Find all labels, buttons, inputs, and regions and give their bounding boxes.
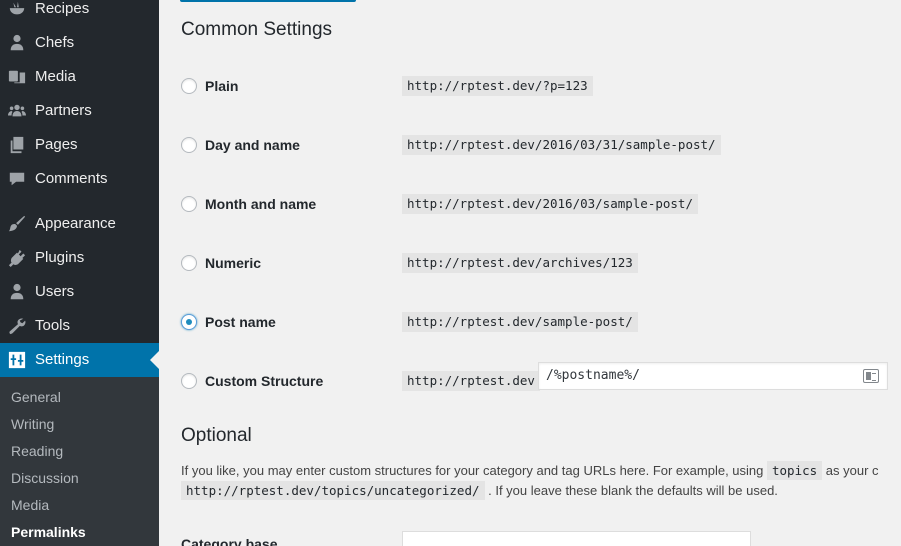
contact-card-icon [863,369,879,383]
menu-item-pages[interactable]: Pages [0,128,159,162]
option-label[interactable]: Numeric [205,254,261,272]
menu-label: Chefs [35,34,75,51]
inline-code: topics [767,461,823,480]
inline-code: http://rptest.dev/topics/uncategorized/ [181,481,485,500]
radio-month-and-name[interactable] [181,196,197,212]
main-content: Common Settings Plain http://rptest.dev/… [159,0,901,546]
submenu-item-permalinks[interactable]: Permalinks [11,523,86,541]
pages-icon [10,136,24,154]
menu-label: Partners [35,102,92,119]
settings-icon [8,351,26,369]
menu-item-users[interactable]: Users [0,275,159,309]
menu-label: Appearance [35,215,116,232]
option-label[interactable]: Plain [205,77,238,95]
radio-plain[interactable] [181,78,197,94]
wrench-icon [9,318,26,335]
example-url: http://rptest.dev [402,371,540,391]
menu-label: Users [35,283,75,300]
category-base-input[interactable] [402,531,751,546]
menu-label: Comments [35,170,108,187]
active-arrow [150,351,159,369]
menu-label: Plugins [35,249,85,266]
optional-description-line-2: http://rptest.dev/topics/uncategorized/ … [181,481,778,501]
menu-label: Pages [35,136,78,153]
menu-item-recipes[interactable]: Recipes [0,0,159,26]
example-url: http://rptest.dev/2016/03/31/sample-post… [402,135,721,155]
menu-label: Recipes [35,0,90,17]
menu-label: Tools [35,317,71,334]
menu-label: Media [35,68,76,85]
radio-custom-structure[interactable] [181,373,197,389]
submenu-item-writing[interactable]: Writing [11,415,54,433]
option-label[interactable]: Post name [205,313,276,331]
example-url: http://rptest.dev/archives/123 [402,253,638,273]
comment-icon [9,172,25,186]
menu-item-chefs[interactable]: Chefs [0,26,159,60]
permalink-option-month-and-name: Month and name http://rptest.dev/2016/03… [181,193,901,215]
permalink-option-post-name: Post name http://rptest.dev/sample-post/ [181,311,901,333]
submenu-item-general[interactable]: General [11,388,61,406]
menu-item-plugins[interactable]: Plugins [0,241,159,275]
option-label[interactable]: Month and name [205,195,316,213]
menu-item-settings[interactable]: Settings [0,343,159,377]
optional-description-line-1: If you like, you may enter custom struct… [181,461,879,481]
radio-numeric[interactable] [181,255,197,271]
media-icon [8,70,26,84]
radio-post-name[interactable] [181,314,197,330]
description-text: . If you leave these blank the defaults … [488,483,778,498]
description-text: If you like, you may enter custom struct… [181,463,764,478]
permalink-option-day-and-name: Day and name http://rptest.dev/2016/03/3… [181,134,901,156]
menu-item-appearance[interactable]: Appearance [0,207,159,241]
permalink-option-plain: Plain http://rptest.dev/?p=123 [181,75,901,97]
users-icon [10,283,24,300]
permalink-option-numeric: Numeric http://rptest.dev/archives/123 [181,252,901,274]
category-base-label: Category base [181,536,278,546]
menu-item-comments[interactable]: Comments [0,162,159,196]
option-label[interactable]: Custom Structure [205,372,323,390]
settings-submenu: General Writing Reading Discussion Media… [0,377,159,546]
description-text: as your c [825,463,879,478]
permalink-option-custom-structure: Custom Structure http://rptest.dev /%pos… [181,362,901,392]
recipes-icon [9,1,25,15]
menu-item-partners[interactable]: Partners [0,94,159,128]
submenu-item-reading[interactable]: Reading [11,442,63,460]
user-icon [10,34,24,51]
menu-item-media[interactable]: Media [0,60,159,94]
radio-day-and-name[interactable] [181,137,197,153]
submenu-item-media[interactable]: Media [11,496,49,514]
custom-structure-input[interactable]: /%postname%/ [538,362,888,390]
groups-icon [8,104,26,117]
example-url: http://rptest.dev/sample-post/ [402,312,638,332]
paintbrush-icon [8,215,26,232]
cut-off-button [180,0,356,2]
menu-item-tools[interactable]: Tools [0,309,159,343]
option-label[interactable]: Day and name [205,136,300,154]
admin-sidebar: Recipes Chefs Media Partners Pages Comme… [0,0,159,546]
example-url: http://rptest.dev/2016/03/sample-post/ [402,194,698,214]
menu-label: Settings [35,351,90,368]
optional-heading: Optional [181,425,252,446]
custom-structure-value: /%postname%/ [546,368,640,383]
common-settings-heading: Common Settings [181,19,333,40]
submenu-item-discussion[interactable]: Discussion [11,469,79,487]
plugin-icon [8,249,26,267]
example-url: http://rptest.dev/?p=123 [402,76,593,96]
